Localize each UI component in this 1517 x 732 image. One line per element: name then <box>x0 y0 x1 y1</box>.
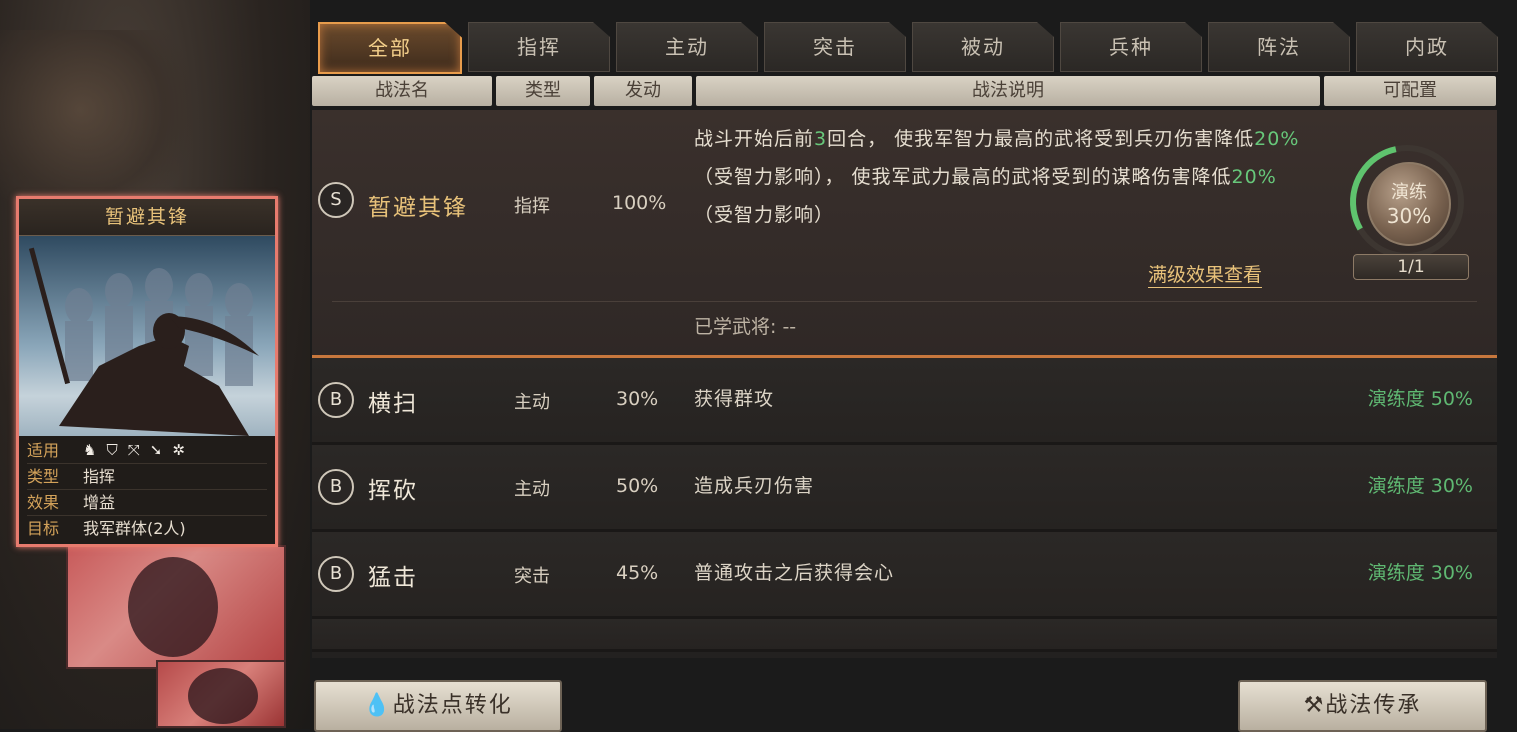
tab-command[interactable]: 指挥 <box>468 22 610 72</box>
full-effect-link[interactable]: 满级效果查看 <box>1148 260 1263 288</box>
spear-icon: ➘ <box>149 441 163 459</box>
header-config[interactable]: 可配置 <box>1324 76 1496 106</box>
card-title: 暂避其锋 <box>19 199 275 236</box>
skill-rate: 45% <box>616 562 659 584</box>
header-trigger[interactable]: 发动 <box>594 76 692 106</box>
skill-row-partial[interactable] <box>312 619 1497 652</box>
card-back-1[interactable] <box>66 545 286 669</box>
cavalry-icon: ♞ <box>83 441 97 459</box>
effect-label: 效果 <box>27 493 60 512</box>
header-name[interactable]: 战法名 <box>312 76 492 106</box>
skill-rate: 100% <box>612 192 667 214</box>
wheel-icon: ✲ <box>172 441 185 459</box>
skill-list: S 暂避其锋 指挥 100% 战斗开始后前3回合， 使我军智力最高的武将受到兵刃… <box>312 110 1497 658</box>
skill-rate: 30% <box>616 388 659 410</box>
type-value: 指挥 <box>83 467 116 486</box>
skill-type: 指挥 <box>514 196 550 217</box>
tab-troop[interactable]: 兵种 <box>1060 22 1202 72</box>
desc-percent: 20% <box>1231 166 1277 188</box>
desc-turns: 3 <box>814 128 828 150</box>
tab-active[interactable]: 主动 <box>616 22 758 72</box>
divider <box>332 301 1477 302</box>
tab-formation[interactable]: 阵法 <box>1208 22 1350 72</box>
desc-text: 战斗开始后前 <box>694 128 815 150</box>
skill-name: 横扫 <box>368 391 418 417</box>
bow-icon: ⤧ <box>127 441 140 459</box>
skill-row[interactable]: B 猛击 突击 45% 普通攻击之后获得会心 演练度 30% <box>312 532 1497 619</box>
desc-text: （受智力影响） <box>694 204 835 226</box>
convert-label: 战法点转化 <box>392 693 513 718</box>
drop-icon: 💧 <box>363 693 393 718</box>
practice-percent: 30% <box>1386 204 1432 228</box>
skill-name: 猛击 <box>368 565 418 591</box>
skill-name: 挥砍 <box>368 478 418 504</box>
card-row-effect: 效果 增益 <box>27 490 267 516</box>
skill-description: 造成兵刃伤害 <box>694 475 815 497</box>
card-back-2[interactable] <box>156 660 286 728</box>
desc-percent: 20% <box>1254 128 1300 150</box>
practice-knob: 演练 30% <box>1367 162 1451 246</box>
desc-text: 回合， 使我军智力最高的武将受到兵刃伤害降低 <box>827 128 1255 150</box>
card-row-type: 类型 指挥 <box>27 464 267 490</box>
skill-row-expanded[interactable]: S 暂避其锋 指挥 100% 战斗开始后前3回合， 使我军智力最高的武将受到兵刃… <box>312 110 1497 358</box>
header-type[interactable]: 类型 <box>496 76 590 106</box>
skill-description: 获得群攻 <box>694 388 775 410</box>
practice-ring[interactable]: 演练 30% 1/1 <box>1347 144 1477 284</box>
skill-name: 暂避其锋 <box>368 195 468 221</box>
grade-badge: B <box>318 556 354 592</box>
learned-generals: 已学武将: -- <box>694 316 797 338</box>
skill-description: 普通攻击之后获得会心 <box>694 562 895 584</box>
skill-row[interactable]: B 挥砍 主动 50% 造成兵刃伤害 演练度 30% <box>312 445 1497 532</box>
skill-description: 战斗开始后前3回合， 使我军智力最高的武将受到兵刃伤害降低20%（受智力影响），… <box>694 120 1314 234</box>
card-art <box>19 236 275 436</box>
category-tabs: 全部 指挥 主动 突击 被动 兵种 阵法 内政 <box>318 22 1498 74</box>
convert-points-button[interactable]: 💧战法点转化 <box>314 680 562 732</box>
skill-row[interactable]: B 横扫 主动 30% 获得群攻 演练度 50% <box>312 358 1497 445</box>
tab-assault[interactable]: 突击 <box>764 22 906 72</box>
hammer-icon: ⚒ <box>1303 693 1326 718</box>
practice-label: 演练 <box>1391 182 1427 203</box>
table-header: 战法名 类型 发动 战法说明 可配置 <box>312 76 1496 106</box>
card-row-applicable: 适用 ♞ ⛉ ⤧ ➘ ✲ <box>27 438 267 464</box>
desc-text: （受智力影响）， 使我军武力最高的武将受到的谋略伤害降低 <box>694 166 1232 188</box>
target-label: 目标 <box>27 519 60 538</box>
tab-all[interactable]: 全部 <box>318 22 462 74</box>
grade-badge: S <box>318 182 354 218</box>
tab-internal[interactable]: 内政 <box>1356 22 1498 72</box>
inherit-skill-button[interactable]: ⚒战法传承 <box>1238 680 1487 732</box>
type-label: 类型 <box>27 467 60 486</box>
target-value: 我军群体(2人) <box>83 519 186 538</box>
mastery-level: 演练度 30% <box>1367 562 1473 584</box>
applicable-label: 适用 <box>27 441 60 460</box>
skill-card: 暂避其锋 适用 ♞ ⛉ ⤧ ➘ ✲ 类型 指挥 效果 增益 目标 我军群体(2人… <box>16 196 278 547</box>
effect-value: 增益 <box>83 493 116 512</box>
equip-count: 1/1 <box>1353 254 1469 280</box>
grade-badge: B <box>318 469 354 505</box>
mastery-level: 演练度 30% <box>1367 475 1473 497</box>
inherit-label: 战法传承 <box>1325 693 1422 718</box>
tab-passive[interactable]: 被动 <box>912 22 1054 72</box>
card-row-target: 目标 我军群体(2人) <box>27 516 267 541</box>
skill-type: 突击 <box>514 566 550 587</box>
skill-type: 主动 <box>514 479 550 500</box>
grade-badge: B <box>318 382 354 418</box>
skill-rate: 50% <box>616 475 659 497</box>
mastery-level: 演练度 50% <box>1367 388 1473 410</box>
header-desc: 战法说明 <box>696 76 1320 106</box>
shield-icon: ⛉ <box>106 441 118 459</box>
skill-type: 主动 <box>514 392 550 413</box>
